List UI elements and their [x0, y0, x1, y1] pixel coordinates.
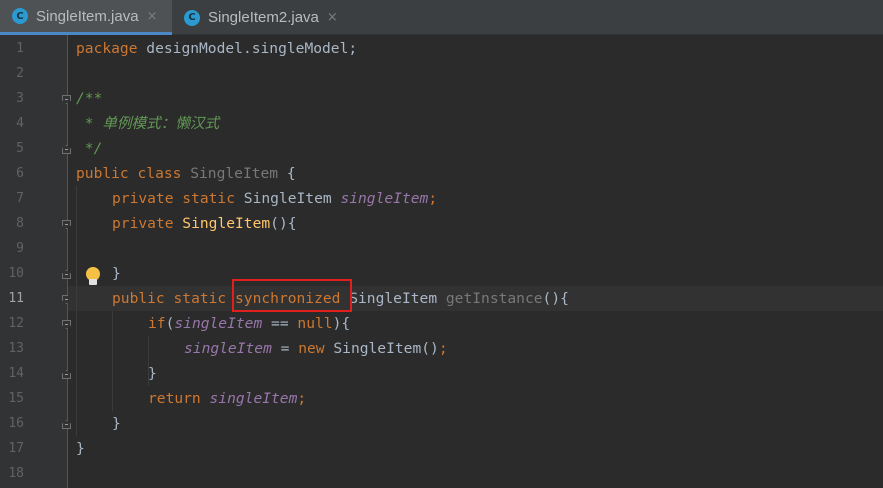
code-line: private SingleItem(){	[112, 211, 297, 236]
line-number-current: 11	[8, 291, 24, 306]
semicolon: ;	[297, 390, 307, 407]
keyword: package	[76, 40, 138, 57]
line-number: 2	[16, 66, 24, 81]
line-number: 18	[8, 466, 24, 481]
constructor-name: SingleItem	[173, 215, 271, 232]
keyword: if	[148, 315, 166, 332]
line-number: 4	[16, 116, 24, 131]
class-name: SingleItem	[181, 165, 279, 182]
null-keyword: null	[297, 315, 333, 332]
code-line: singleItem = new SingleItem();	[184, 336, 448, 361]
line-number-gutter[interactable]: 1 2 3 4 5 6 7 8 9 10 11 12 13 14 15 16 1…	[0, 35, 71, 488]
close-icon[interactable]: ×	[147, 9, 158, 24]
code-line: public class SingleItem {	[76, 161, 296, 186]
ide-window: C SingleItem.java × C SingleItem2.java ×…	[0, 0, 883, 488]
code-line: private static SingleItem singleItem;	[112, 186, 437, 211]
code-line: if(singleItem == null){	[148, 311, 350, 336]
tab-singleitem2-java[interactable]: C SingleItem2.java ×	[172, 0, 362, 35]
line-number: 17	[8, 441, 24, 456]
code-line: }	[112, 415, 121, 432]
keyword: return	[148, 390, 201, 407]
semicolon: ;	[438, 340, 448, 357]
code-line: */	[76, 140, 103, 157]
line-number: 16	[8, 416, 24, 431]
line-number: 9	[16, 241, 24, 256]
code-line: return singleItem;	[148, 386, 306, 411]
keyword: new	[298, 340, 325, 357]
tab-label: SingleItem2.java	[208, 9, 319, 26]
code-text: ){	[332, 315, 351, 332]
field-name: singleItem	[209, 390, 298, 407]
line-number: 13	[8, 341, 24, 356]
indent-guide	[76, 186, 77, 436]
line-number: 6	[16, 166, 24, 181]
tab-label: SingleItem.java	[36, 7, 139, 25]
line-number: 1	[16, 41, 24, 56]
field-name: singleItem	[184, 340, 272, 357]
line-number: 5	[16, 141, 24, 156]
annotation-box	[232, 279, 352, 312]
line-number: 15	[8, 391, 24, 406]
keyword: public static	[112, 290, 236, 307]
code-text: {	[278, 165, 296, 182]
semicolon: ;	[428, 190, 438, 207]
line-number: 10	[8, 266, 24, 281]
line-number: 8	[16, 216, 24, 231]
editor-tab-bar: C SingleItem.java × C SingleItem2.java ×	[0, 0, 883, 35]
field-name: singleItem	[174, 315, 263, 332]
method-name: getInstance	[445, 290, 543, 307]
line-number: 14	[8, 366, 24, 381]
code-text: (){	[270, 215, 297, 232]
code-line: }	[112, 265, 121, 282]
java-class-icon: C	[12, 8, 28, 24]
code-text: SingleItem()	[324, 340, 439, 357]
code-text: (){	[542, 290, 569, 307]
operator: ==	[262, 315, 298, 332]
code-line: /**	[76, 90, 103, 107]
indent-guide	[112, 311, 113, 411]
java-class-icon: C	[184, 9, 200, 26]
code-editor[interactable]: package designModel.singleModel; /** * 单…	[68, 35, 883, 488]
field-name: singleItem	[340, 190, 429, 207]
operator: =	[271, 340, 299, 357]
code-text: designModel.singleModel;	[137, 40, 358, 57]
keyword: public class	[76, 165, 182, 182]
type-name: SingleItem	[235, 190, 341, 207]
tab-singleitem-java[interactable]: C SingleItem.java ×	[0, 0, 172, 35]
code-line: package designModel.singleModel;	[76, 36, 357, 61]
keyword: private static	[112, 190, 236, 207]
line-number: 3	[16, 91, 24, 106]
code-line: * 单例模式：懒汉式	[76, 115, 220, 132]
type-name: SingleItem	[340, 290, 446, 307]
code-line: }	[148, 365, 157, 382]
code-line: }	[76, 440, 85, 457]
line-number: 12	[8, 316, 24, 331]
line-number: 7	[16, 191, 24, 206]
close-icon[interactable]: ×	[327, 10, 338, 25]
keyword: private	[112, 215, 174, 232]
